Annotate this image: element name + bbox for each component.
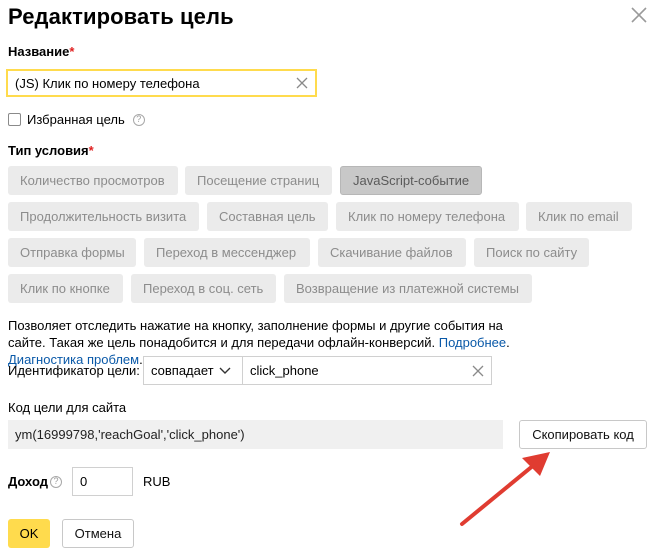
- help-icon[interactable]: ?: [49, 475, 62, 488]
- favorite-row[interactable]: Избранная цель ?: [8, 112, 145, 127]
- identifier-input[interactable]: click_phone: [242, 356, 492, 385]
- condition-type-phone-click[interactable]: Клик по номеру телефона: [336, 202, 519, 231]
- condition-type-payment-return[interactable]: Возвращение из платежной системы: [284, 274, 532, 303]
- favorite-label: Избранная цель: [27, 112, 125, 127]
- condition-type-composite[interactable]: Составная цель: [207, 202, 328, 231]
- condition-label: Тип условия*: [8, 143, 94, 158]
- income-input-value: 0: [80, 474, 88, 489]
- condition-type-visit-duration[interactable]: Продолжительность визита: [8, 202, 199, 231]
- identifier-input-value: click_phone: [250, 363, 319, 378]
- ok-button[interactable]: OK: [8, 519, 50, 548]
- arrow-annotation: [460, 452, 550, 526]
- chevron-down-icon: [219, 367, 231, 374]
- condition-type-messenger[interactable]: Переход в мессенджер: [144, 238, 310, 267]
- condition-type-file-download[interactable]: Скачивание файлов: [318, 238, 466, 267]
- help-icon[interactable]: ?: [132, 113, 145, 126]
- favorite-checkbox[interactable]: [8, 113, 21, 126]
- name-input-value: (JS) Клик по номеру телефона: [15, 75, 200, 91]
- income-input[interactable]: 0: [72, 467, 133, 496]
- condition-type-pageviews[interactable]: Количество просмотров: [8, 166, 178, 195]
- condition-type-form-submit[interactable]: Отправка формы: [8, 238, 136, 267]
- condition-type-page-visit[interactable]: Посещение страниц: [185, 166, 332, 195]
- dialog-title: Редактировать цель: [8, 4, 234, 29]
- name-input[interactable]: (JS) Клик по номеру телефона: [6, 69, 317, 97]
- condition-type-social[interactable]: Переход в соц. сеть: [131, 274, 276, 303]
- condition-type-js-event[interactable]: JavaScript-событие: [340, 166, 482, 195]
- match-select-value: совпадает: [151, 363, 214, 378]
- site-code-label: Код цели для сайта: [8, 400, 127, 415]
- close-icon[interactable]: [630, 6, 648, 24]
- cancel-button[interactable]: Отмена: [62, 519, 134, 548]
- condition-type-button-click[interactable]: Клик по кнопке: [8, 274, 123, 303]
- clear-icon[interactable]: [472, 365, 484, 377]
- site-code-value: ym(16999798,'reachGoal','click_phone'): [8, 420, 503, 449]
- match-select[interactable]: совпадает: [143, 356, 243, 385]
- more-link[interactable]: Подробнее: [439, 335, 506, 350]
- condition-type-site-search[interactable]: Поиск по сайту: [474, 238, 589, 267]
- identifier-label: Идентификатор цели:: [8, 363, 140, 378]
- currency-label: RUB: [143, 474, 171, 489]
- condition-type-email-click[interactable]: Клик по email: [526, 202, 632, 231]
- income-label: Доход?: [8, 474, 62, 489]
- name-label: Название*: [8, 44, 75, 59]
- clear-icon[interactable]: [296, 77, 308, 89]
